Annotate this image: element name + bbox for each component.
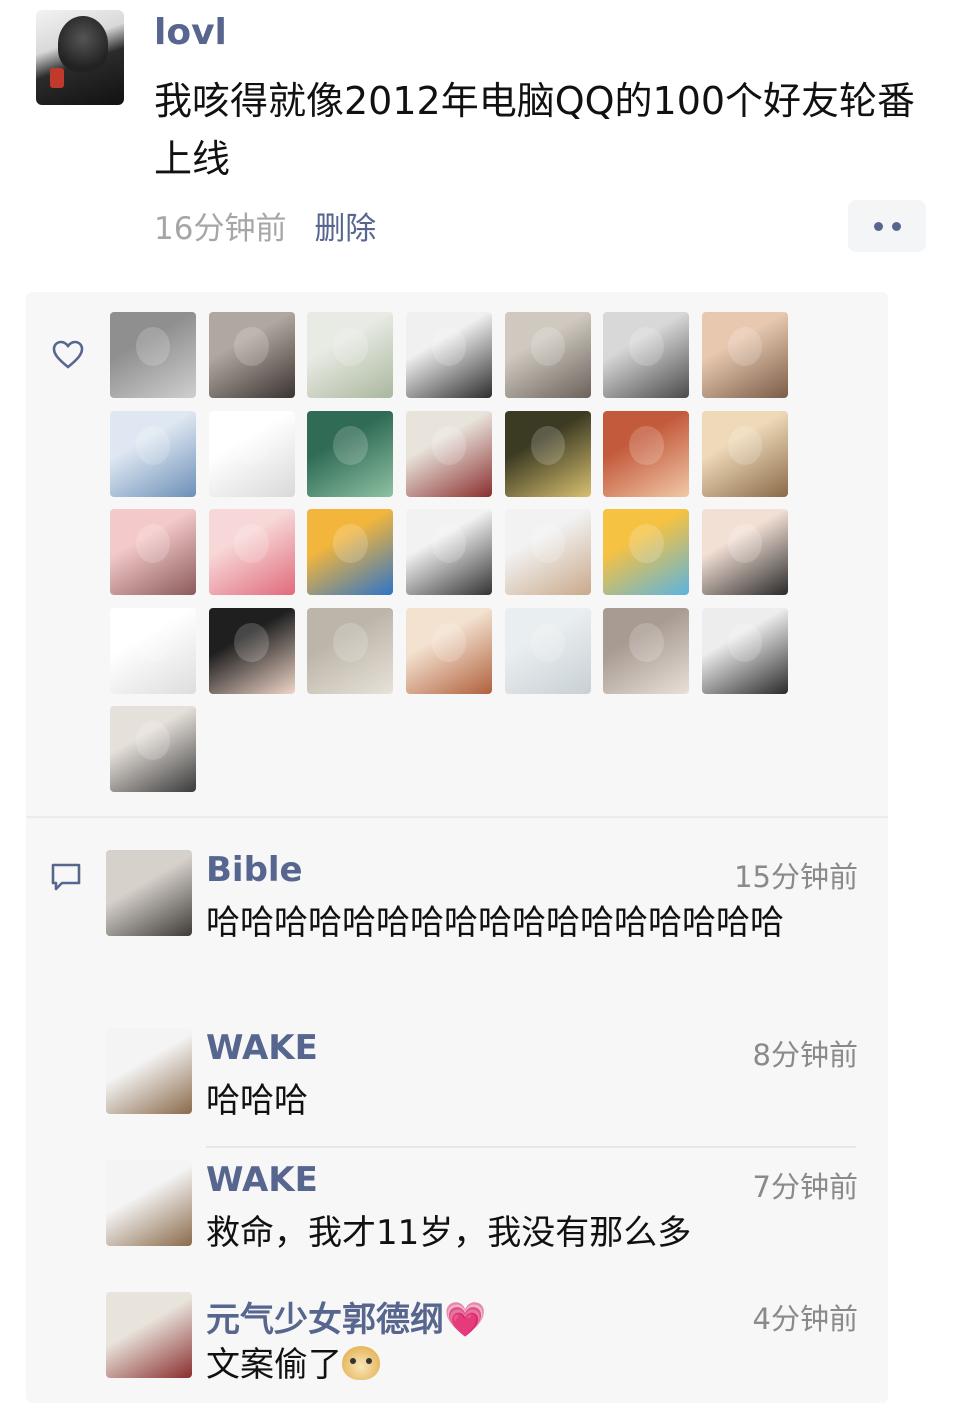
doge-icon — [342, 1346, 380, 1380]
commenter-avatar[interactable] — [106, 850, 192, 936]
liker-avatar[interactable] — [110, 706, 196, 792]
comment-item[interactable]: WAKE 8分钟前 哈哈哈 — [106, 1028, 866, 1148]
avatar-accent — [50, 68, 64, 88]
liker-avatar[interactable] — [603, 312, 690, 398]
liker-avatar[interactable] — [208, 410, 295, 497]
comment-text-row: 文案偷了 — [206, 1342, 856, 1388]
post-text: 我咳得就像2012年电脑QQ的100个好友轮番上线 — [154, 79, 916, 181]
liker-avatar[interactable] — [406, 312, 493, 398]
liker-avatar[interactable] — [208, 312, 295, 398]
divider — [26, 816, 888, 818]
post-meta: 16分钟前 删除 — [154, 203, 376, 248]
liker-avatar[interactable] — [702, 607, 789, 694]
comment-item[interactable]: 元气少女郭德纲💗 4分钟前 文案偷了 — [106, 1292, 866, 1392]
liker-avatar[interactable] — [307, 509, 394, 595]
liker-avatar[interactable] — [702, 410, 789, 497]
comment-text: 哈哈哈 — [206, 1081, 308, 1121]
comment-time: 7分钟前 — [752, 1170, 858, 1204]
liker-avatar[interactable] — [603, 607, 690, 694]
liker-avatar[interactable] — [110, 509, 196, 595]
avatar-hair — [58, 16, 108, 72]
liker-avatar[interactable] — [110, 312, 196, 398]
liker-avatar[interactable] — [603, 410, 690, 497]
more-button[interactable] — [848, 200, 926, 252]
more-dot — [891, 221, 901, 231]
post-time: 16分钟前 — [154, 211, 287, 247]
liker-avatar[interactable] — [603, 509, 690, 595]
liker-avatar[interactable] — [307, 410, 394, 497]
comment-text: 救命，我才11岁，我没有那么多 — [206, 1213, 692, 1253]
comment-bubble-icon — [51, 863, 81, 891]
comment-time: 4分钟前 — [752, 1302, 858, 1336]
comment-time: 15分钟前 — [734, 860, 858, 894]
comment-item[interactable]: WAKE 7分钟前 救命，我才11岁，我没有那么多 — [106, 1160, 866, 1280]
poster-name[interactable]: lovl — [154, 12, 227, 53]
liker-avatar[interactable] — [208, 607, 295, 694]
liker-avatar[interactable] — [702, 509, 789, 595]
comment-text: 文案偷了 — [206, 1345, 342, 1385]
liker-avatar[interactable] — [110, 410, 196, 497]
liker-avatar[interactable] — [110, 607, 196, 694]
commenter-name[interactable]: Bible — [206, 850, 303, 890]
liker-avatar[interactable] — [504, 509, 591, 595]
likes-avatar-grid — [110, 312, 810, 792]
more-dot — [873, 221, 883, 231]
commenter-name-row[interactable]: 元气少女郭德纲💗 — [206, 1292, 486, 1341]
delete-button[interactable]: 删除 — [314, 211, 376, 247]
liker-avatar[interactable] — [307, 312, 394, 398]
commenter-name[interactable]: WAKE — [206, 1160, 318, 1200]
liker-avatar[interactable] — [702, 312, 789, 398]
liker-avatar[interactable] — [208, 509, 295, 595]
avatar[interactable] — [36, 10, 124, 105]
comment-separator — [206, 1146, 856, 1148]
commenter-name[interactable]: WAKE — [206, 1028, 318, 1068]
comment-item[interactable]: Bible 15分钟前 哈哈哈哈哈哈哈哈哈哈哈哈哈哈哈哈哈 — [106, 850, 866, 1010]
commenter-avatar[interactable] — [106, 1292, 192, 1378]
liker-avatar[interactable] — [406, 410, 493, 497]
liker-avatar[interactable] — [504, 410, 591, 497]
heart-emoji-icon: 💗 — [444, 1300, 487, 1340]
liker-avatar[interactable] — [406, 509, 493, 595]
heart-outline-icon — [52, 340, 84, 369]
liker-avatar[interactable] — [504, 607, 591, 694]
liker-avatar[interactable] — [307, 607, 394, 694]
commenter-name[interactable]: 元气少女郭德纲 — [206, 1300, 444, 1340]
comment-time: 8分钟前 — [752, 1038, 858, 1072]
liker-avatar[interactable] — [504, 312, 591, 398]
commenter-avatar[interactable] — [106, 1028, 192, 1114]
liker-avatar[interactable] — [406, 607, 493, 694]
comment-text: 哈哈哈哈哈哈哈哈哈哈哈哈哈哈哈哈哈 — [206, 903, 784, 943]
commenter-avatar[interactable] — [106, 1160, 192, 1246]
